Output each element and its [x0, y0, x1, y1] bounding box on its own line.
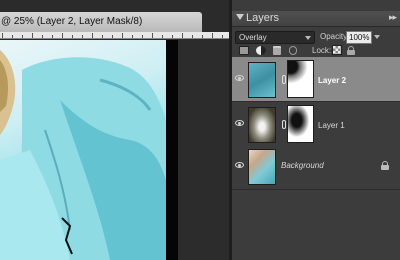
- layer-thumbnail[interactable]: [248, 107, 276, 143]
- lock-all-icon[interactable]: [347, 46, 355, 55]
- blend-mode-select[interactable]: Overlay: [235, 31, 315, 44]
- visibility-eye-icon[interactable]: [235, 120, 244, 126]
- layer-name[interactable]: Layer 2: [318, 76, 346, 85]
- layer-thumbnail[interactable]: [248, 149, 276, 185]
- lock-transparent-pixels-icon[interactable]: [332, 45, 342, 55]
- visibility-eye-icon[interactable]: [235, 162, 244, 168]
- layer-thumbnail[interactable]: [248, 62, 276, 98]
- layer-row-layer-1[interactable]: Layer 1: [232, 102, 400, 148]
- layers-panel-header[interactable]: Layers ▸▸: [232, 11, 400, 27]
- canvas-image[interactable]: [0, 40, 166, 260]
- photo-illustration: [0, 50, 166, 260]
- adjustment-layer-icon[interactable]: [256, 46, 266, 55]
- mask-link-icon[interactable]: [282, 120, 286, 129]
- layers-panel: Layers ▸▸ Overlay Opacity: 100% Lock: La…: [232, 0, 400, 260]
- mask-link-icon[interactable]: [282, 75, 286, 84]
- layer-mask-thumbnail[interactable]: [287, 105, 314, 143]
- layer-row-background[interactable]: Background: [232, 144, 400, 190]
- panel-title: Layers: [246, 12, 280, 24]
- layer-mask-thumbnail[interactable]: [287, 60, 314, 98]
- document-window: @ 25% (Layer 2, Layer Mask/8): [0, 0, 229, 260]
- panel-menu-icon[interactable]: ▸▸: [389, 12, 397, 23]
- layer-name[interactable]: Background: [281, 161, 324, 170]
- opacity-slider-toggle-icon[interactable]: [374, 35, 380, 39]
- link-layers-icon[interactable]: [289, 46, 297, 55]
- new-layer-icon[interactable]: [239, 46, 249, 55]
- triangle-down-icon[interactable]: [236, 14, 244, 20]
- layer-name[interactable]: Layer 1: [318, 121, 345, 130]
- trash-icon[interactable]: [273, 46, 281, 55]
- blend-mode-value: Overlay: [239, 33, 267, 42]
- document-tab[interactable]: @ 25% (Layer 2, Layer Mask/8): [0, 12, 202, 32]
- pasteboard: [178, 40, 229, 260]
- canvas-edge: [166, 40, 178, 260]
- layers-list-empty-area: [232, 190, 400, 260]
- lock-icon: [381, 161, 389, 170]
- chevron-down-icon: [305, 36, 311, 40]
- opacity-label: Opacity:: [320, 32, 350, 41]
- layer-row-layer-2[interactable]: Layer 2: [232, 57, 400, 102]
- horizontal-ruler: [0, 32, 229, 39]
- opacity-input[interactable]: 100%: [346, 31, 372, 44]
- visibility-eye-icon[interactable]: [235, 75, 244, 81]
- lock-label: Lock:: [312, 46, 332, 55]
